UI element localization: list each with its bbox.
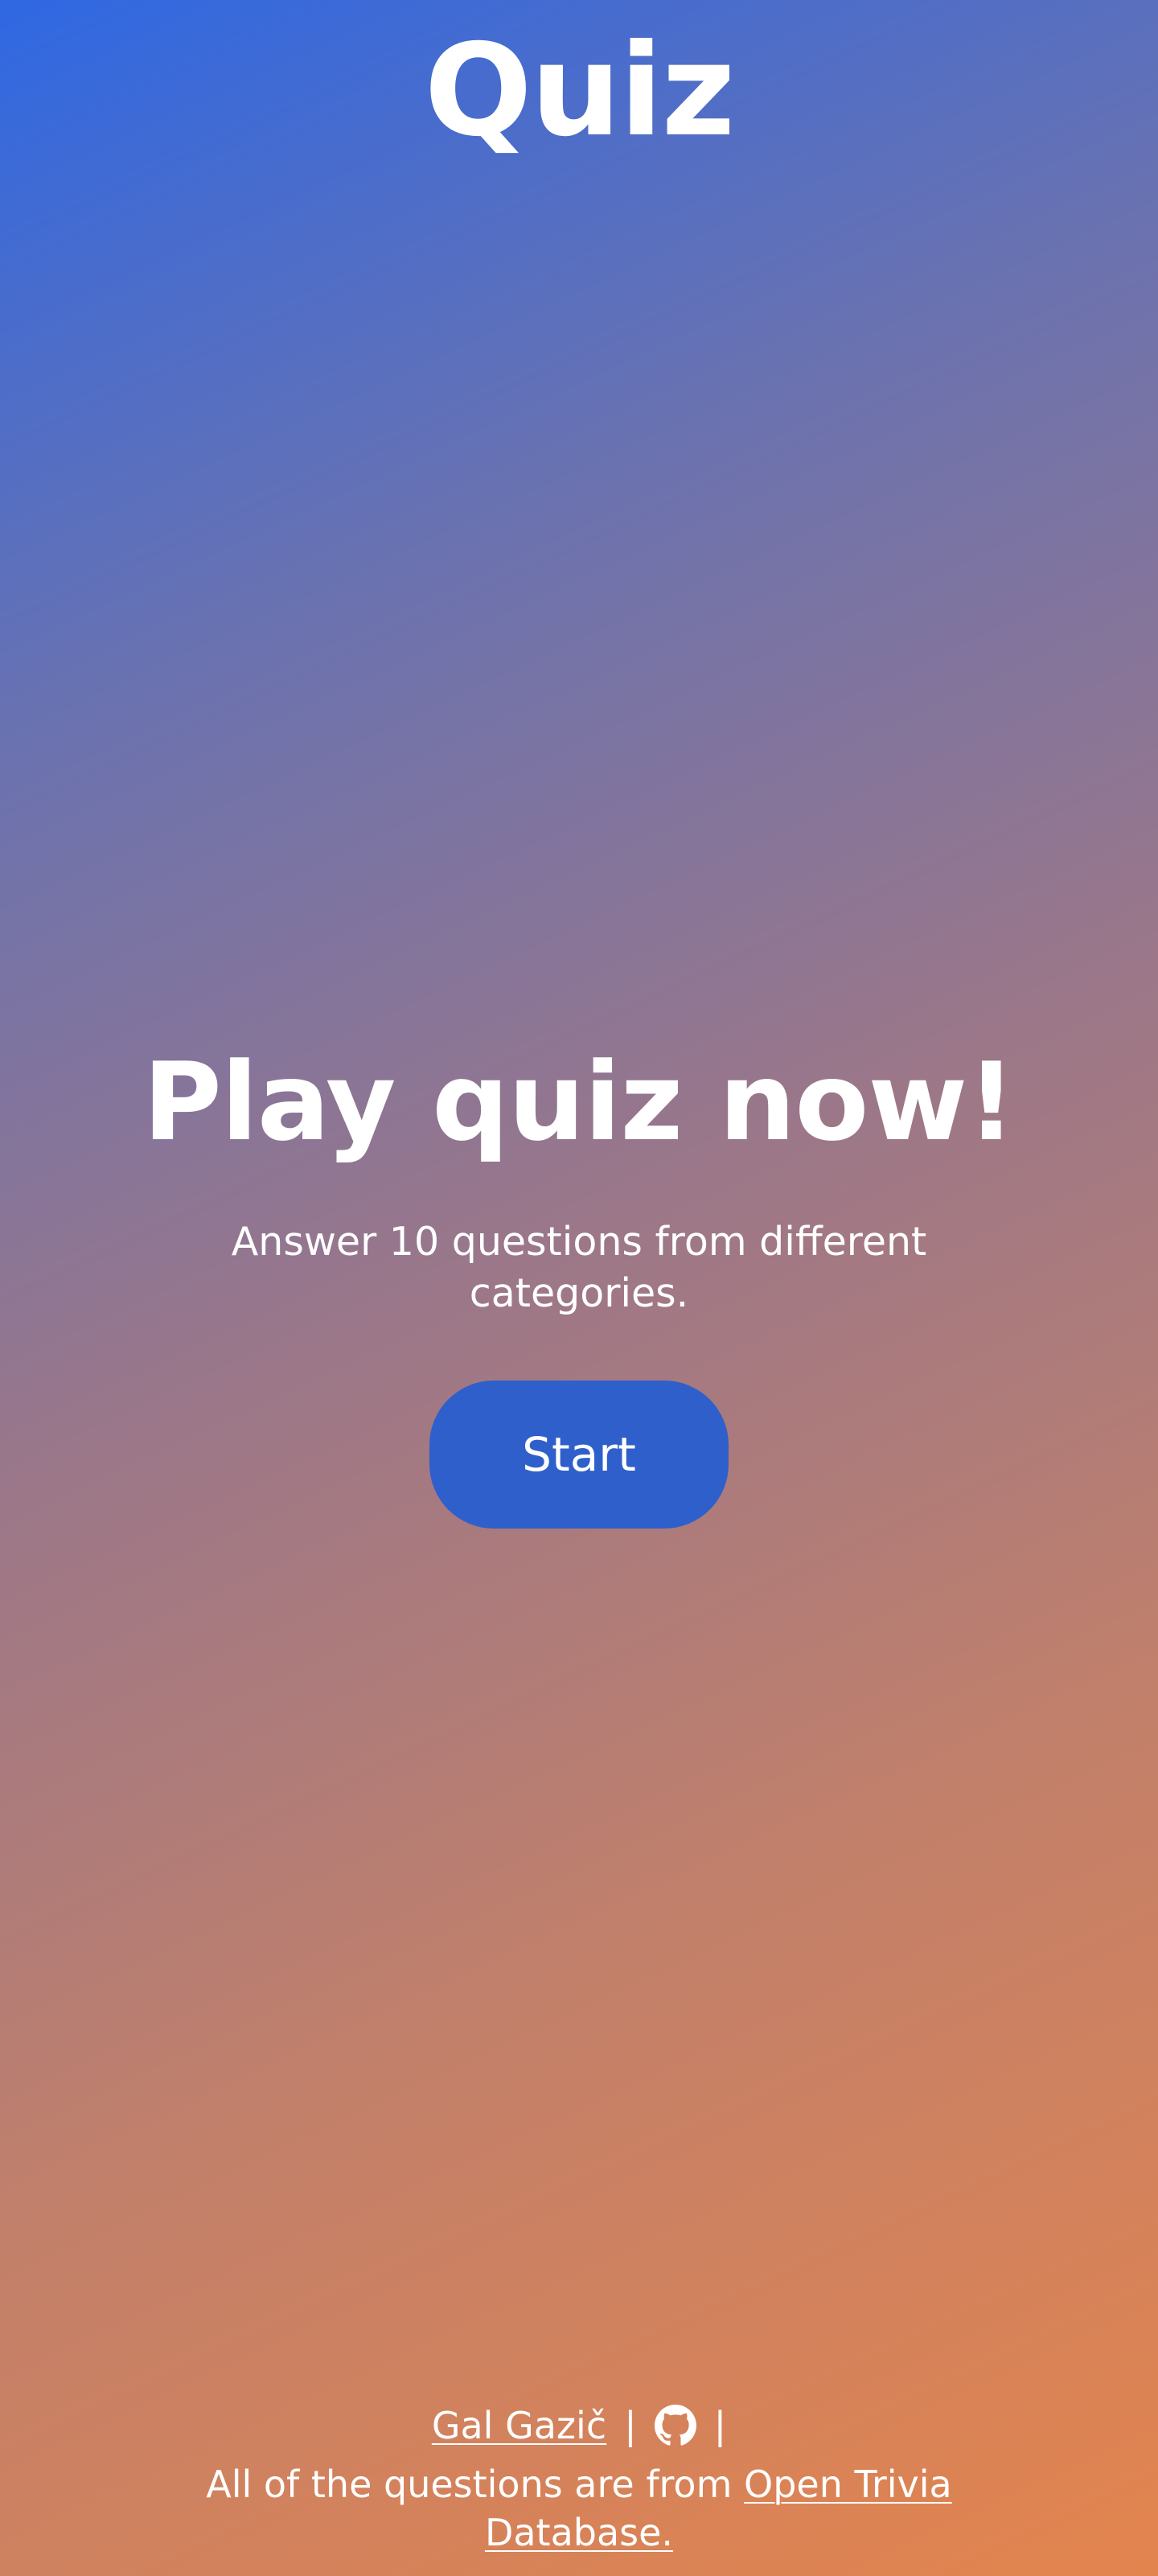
hero-subtitle: Answer 10 questions from different categ… (231, 1219, 927, 1316)
github-link[interactable] (654, 2405, 696, 2446)
footer-separator-end: | (713, 2404, 727, 2447)
author-link[interactable]: Gal Gazič (432, 2401, 606, 2450)
hero-title: Play quiz now! (142, 1039, 1016, 1165)
footer-separator: | (624, 2404, 637, 2447)
github-icon (654, 2405, 696, 2446)
hero-section: Play quiz now! Answer 10 questions from … (0, 1038, 1158, 1529)
credit-text: All of the questions are from (206, 2463, 744, 2506)
footer: Gal Gazič | | All of the questions are f… (0, 2397, 1158, 2557)
app-title: Quiz (424, 17, 736, 165)
footer-credit: All of the questions are from Open Trivi… (177, 2460, 981, 2557)
start-button[interactable]: Start (429, 1381, 729, 1529)
footer-author-line: Gal Gazič | | (0, 2397, 1158, 2454)
